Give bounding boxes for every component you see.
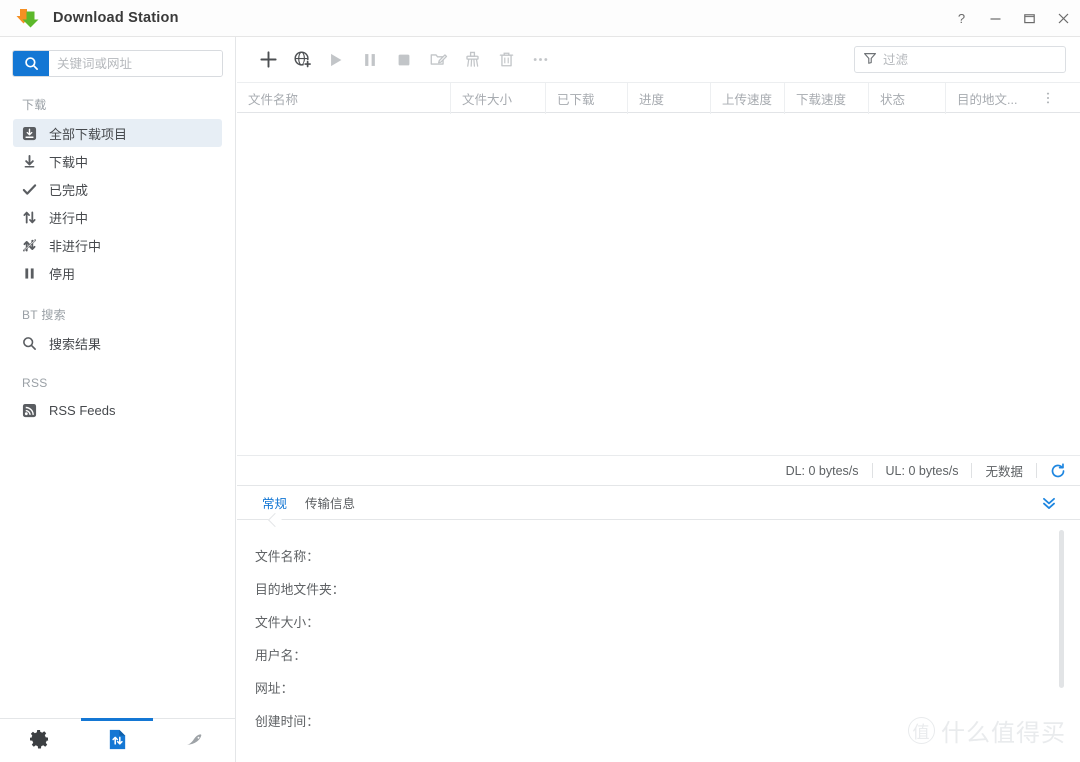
transfer-file-icon xyxy=(106,728,129,754)
maximize-button[interactable] xyxy=(1012,0,1046,37)
pause-button[interactable] xyxy=(353,44,387,76)
sidebar-item-rss-feeds[interactable]: RSS Feeds xyxy=(13,396,222,424)
crossed-arrows-icon xyxy=(22,236,44,254)
sidebar-section-header-download: 下载 xyxy=(22,98,47,112)
sidebar-section-download: 下载 全部下载项目 下载中 已完成 进行中 非进行中 停用 xyxy=(0,91,235,287)
column-header-status[interactable]: 状态 xyxy=(869,83,946,114)
refresh-button[interactable] xyxy=(1037,462,1066,479)
watermark-text: 什么值得买 xyxy=(941,720,1066,747)
detail-field-destination: 目的地文件夹： xyxy=(255,582,345,597)
tab-transfer-info[interactable]: 传输信息 xyxy=(296,486,364,520)
title-bar: Download Station ? xyxy=(0,0,1080,37)
check-icon xyxy=(22,180,44,198)
sidebar-section-bt-search: BT 搜索 搜索结果 xyxy=(0,301,235,357)
download-square-icon xyxy=(22,124,44,142)
detail-scrollbar[interactable] xyxy=(1059,530,1064,688)
taskbar-settings-button[interactable] xyxy=(0,719,78,762)
watermark-mark: 值 xyxy=(908,717,935,744)
download-arrow-icon xyxy=(22,152,44,170)
column-header-downloaded[interactable]: 已下载 xyxy=(546,83,628,114)
stop-button[interactable] xyxy=(387,44,421,76)
sidebar: 下载 全部下载项目 下载中 已完成 xyxy=(0,37,236,718)
transfer-status-bar: DL: 0 bytes/s UL: 0 bytes/s 无数据 xyxy=(237,455,1080,486)
sidebar-item-label: 停用 xyxy=(49,266,76,282)
magnifier-icon xyxy=(22,334,44,352)
sidebar-item-search-results[interactable]: 搜索结果 xyxy=(13,329,222,357)
add-url-button[interactable] xyxy=(285,44,319,76)
clear-completed-button[interactable] xyxy=(455,44,489,76)
column-options-icon[interactable] xyxy=(1037,83,1059,112)
more-actions-button[interactable] xyxy=(523,44,557,76)
no-data-status: 无数据 xyxy=(985,465,1023,479)
sidebar-item-active[interactable]: 进行中 xyxy=(13,203,222,231)
minimize-button[interactable] xyxy=(978,0,1012,37)
detail-field-filesize: 文件大小： xyxy=(255,615,319,630)
task-table-header: 文件名称 文件大小 已下载 进度 上传速度 下载速度 状态 目的地文... xyxy=(237,82,1080,114)
upload-speed-status: UL: 0 bytes/s xyxy=(885,463,959,478)
sidebar-item-label: 进行中 xyxy=(49,210,89,226)
download-arrows-icon xyxy=(15,5,41,31)
detail-field-filename: 文件名称： xyxy=(255,549,319,564)
detail-field-username: 用户名： xyxy=(255,648,307,663)
detail-panel: 常规 传输信息 文件名称： 目的地文件夹： 文件大小： 用户名： 网址： 创建时… xyxy=(237,486,1080,730)
column-header-destination[interactable]: 目的地文... xyxy=(946,83,1037,114)
detail-fields: 文件名称： 目的地文件夹： 文件大小： 用户名： 网址： 创建时间： xyxy=(237,520,1080,730)
task-table-body[interactable] xyxy=(237,113,1080,455)
svg-text:?: ? xyxy=(957,12,964,25)
sidebar-item-stopped[interactable]: 停用 xyxy=(13,259,222,287)
sidebar-item-label: 搜索结果 xyxy=(49,336,102,352)
start-button[interactable] xyxy=(319,44,353,76)
rss-icon xyxy=(22,401,44,419)
watermark: 值 什么值得买 xyxy=(908,713,1066,748)
main-panel: 文件名称 文件大小 已下载 进度 上传速度 下载速度 状态 目的地文... DL… xyxy=(237,37,1080,762)
column-header-progress[interactable]: 进度 xyxy=(628,83,711,114)
sidebar-section-header-rss: RSS xyxy=(22,376,48,390)
sidebar-item-label: 全部下载项目 xyxy=(49,126,128,142)
window-controls: ? xyxy=(944,0,1080,36)
sidebar-item-inactive[interactable]: 非进行中 xyxy=(13,231,222,259)
sidebar-section-rss: RSS RSS Feeds xyxy=(0,371,235,424)
tab-general[interactable]: 常规 xyxy=(253,486,296,520)
close-button[interactable] xyxy=(1046,0,1080,37)
sidebar-item-label: 非进行中 xyxy=(49,238,102,254)
sidebar-item-downloading[interactable]: 下载中 xyxy=(13,147,222,175)
column-header-upload-speed[interactable]: 上传速度 xyxy=(711,83,785,114)
filter-box[interactable] xyxy=(854,46,1066,73)
help-button[interactable]: ? xyxy=(944,0,978,37)
double-chevron-down-icon[interactable] xyxy=(1040,494,1058,512)
sidebar-section-header-bt: BT 搜索 xyxy=(22,308,66,322)
sidebar-item-label: RSS Feeds xyxy=(49,402,116,418)
up-down-arrows-icon xyxy=(22,208,44,226)
download-speed-status: DL: 0 bytes/s xyxy=(785,463,859,478)
sidebar-item-label: 下载中 xyxy=(49,154,89,170)
edit-destination-button[interactable] xyxy=(421,44,455,76)
download-station-window: Download Station ? 关键词或网址 下载 全部下载项目 下载中 … xyxy=(0,0,1080,762)
toolbar xyxy=(237,37,1080,82)
gear-icon xyxy=(27,727,51,754)
window-title: Download Station xyxy=(53,10,179,26)
column-header-download-speed[interactable]: 下载速度 xyxy=(785,83,869,114)
sidebar-item-label: 已完成 xyxy=(49,182,89,198)
funnel-icon xyxy=(863,51,877,68)
add-task-button[interactable] xyxy=(251,44,285,76)
sidebar-item-completed[interactable]: 已完成 xyxy=(13,175,222,203)
detail-field-url: 网址： xyxy=(255,681,294,696)
taskbar-extra-button[interactable] xyxy=(157,719,235,762)
column-header-filesize[interactable]: 文件大小 xyxy=(451,83,546,114)
column-header-filename[interactable]: 文件名称 xyxy=(237,83,451,114)
filter-input[interactable] xyxy=(883,52,1057,67)
detail-tabs: 常规 传输信息 xyxy=(237,486,1080,520)
sidebar-item-all-downloads[interactable]: 全部下载项目 xyxy=(13,119,222,147)
sidebar-search[interactable] xyxy=(12,50,223,77)
bottom-taskbar xyxy=(0,718,236,762)
taskbar-transfers-button[interactable] xyxy=(78,719,156,762)
delete-button[interactable] xyxy=(489,44,523,76)
search-input[interactable] xyxy=(49,51,222,76)
search-icon[interactable] xyxy=(13,51,49,76)
pause-icon xyxy=(22,264,44,282)
mouse-pointer-icon xyxy=(184,727,208,754)
